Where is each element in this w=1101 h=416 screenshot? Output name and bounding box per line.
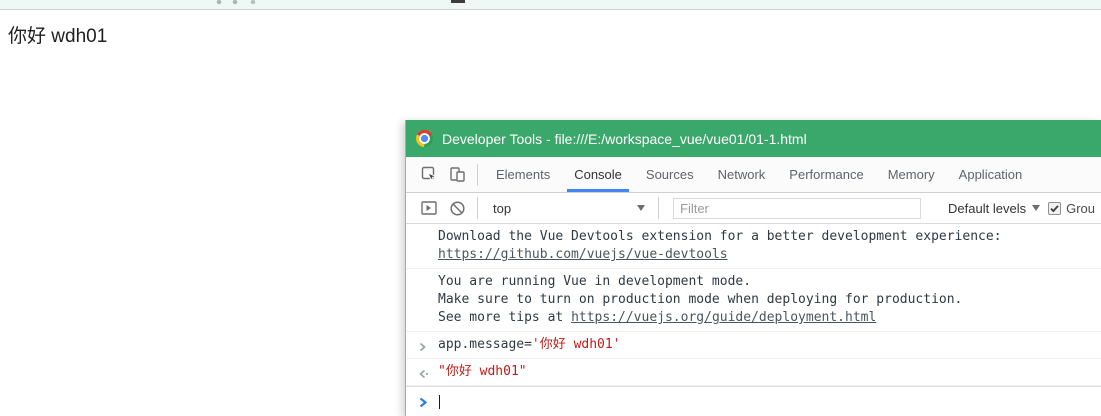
browser-chrome-artifact-dots: [213, 0, 261, 5]
console-message-vue-devtools: Download the Vue Devtools extension for …: [406, 224, 1101, 269]
log-levels-label: Default levels: [948, 200, 1027, 216]
console-message-vue-mode: You are running Vue in development mode.…: [406, 269, 1101, 332]
toolbar-separator: [658, 197, 659, 219]
inspect-element-icon[interactable]: [415, 162, 443, 188]
group-similar-checkbox[interactable]: [1048, 201, 1062, 215]
tab-sources[interactable]: Sources: [634, 157, 706, 192]
console-message-line: Download the Vue Devtools extension for …: [438, 229, 1002, 244]
tabbar-separator: [477, 163, 478, 186]
toolbar-separator: [477, 197, 478, 219]
console-message-line: Make sure to turn on production mode whe…: [438, 292, 963, 307]
prompt-chevron-icon: [418, 396, 428, 414]
context-selector-value: top: [493, 200, 512, 216]
chevron-down-icon: [1032, 205, 1041, 211]
chrome-logo-icon: [416, 130, 433, 147]
console-link-deployment[interactable]: https://vuejs.org/guide/deployment.html: [571, 310, 876, 325]
log-levels-selector[interactable]: Default levels: [940, 201, 1048, 216]
devtools-tabbar: Elements Console Sources Network Perform…: [406, 157, 1101, 193]
command-string-literal: '你好 wdh01': [531, 337, 621, 352]
console-output: Download the Vue Devtools extension for …: [406, 224, 1101, 416]
devtools-titlebar[interactable]: Developer Tools - file:///E:/workspace_v…: [406, 120, 1101, 157]
chevron-down-icon: [637, 205, 645, 211]
filter-input[interactable]: [673, 197, 921, 219]
tab-memory[interactable]: Memory: [876, 157, 947, 192]
browser-chrome-strip: [0, 0, 1101, 10]
result-value: "你好 wdh01": [438, 364, 527, 379]
device-toolbar-icon[interactable]: [443, 162, 471, 188]
execution-context-selector[interactable]: top: [484, 193, 652, 223]
console-toolbar: top Default levels Grou: [406, 193, 1101, 224]
checkmark-icon: [1050, 204, 1059, 212]
command-chevron-icon: [418, 340, 427, 358]
page-heading: 你好 wdh01: [8, 26, 108, 47]
text-cursor: [439, 395, 440, 409]
group-similar-toggle[interactable]: Grou: [1048, 201, 1095, 216]
console-command-row: app.message='你好 wdh01': [406, 332, 1101, 359]
console-result-row: "你好 wdh01": [406, 359, 1101, 386]
devtools-window: Developer Tools - file:///E:/workspace_v…: [405, 120, 1101, 416]
browser-chrome-artifact-dash: [451, 0, 465, 3]
result-arrow-icon: [418, 367, 429, 385]
tab-elements[interactable]: Elements: [484, 157, 562, 192]
console-message-line: See more tips at https://vuejs.org/guide…: [438, 310, 877, 325]
tab-console[interactable]: Console: [562, 157, 634, 192]
console-prompt-row[interactable]: [406, 386, 1101, 416]
tab-network[interactable]: Network: [706, 157, 778, 192]
console-message-line: You are running Vue in development mode.: [438, 274, 752, 289]
clear-console-icon[interactable]: [443, 195, 471, 221]
devtools-window-title: Developer Tools - file:///E:/workspace_v…: [442, 130, 807, 147]
console-sidebar-icon[interactable]: [415, 195, 443, 221]
group-similar-label: Grou: [1066, 200, 1095, 216]
console-link-vue-devtools[interactable]: https://github.com/vuejs/vue-devtools: [438, 247, 728, 262]
tab-application[interactable]: Application: [947, 157, 1035, 192]
command-code: app.message=: [438, 337, 532, 352]
tab-performance[interactable]: Performance: [777, 157, 875, 192]
